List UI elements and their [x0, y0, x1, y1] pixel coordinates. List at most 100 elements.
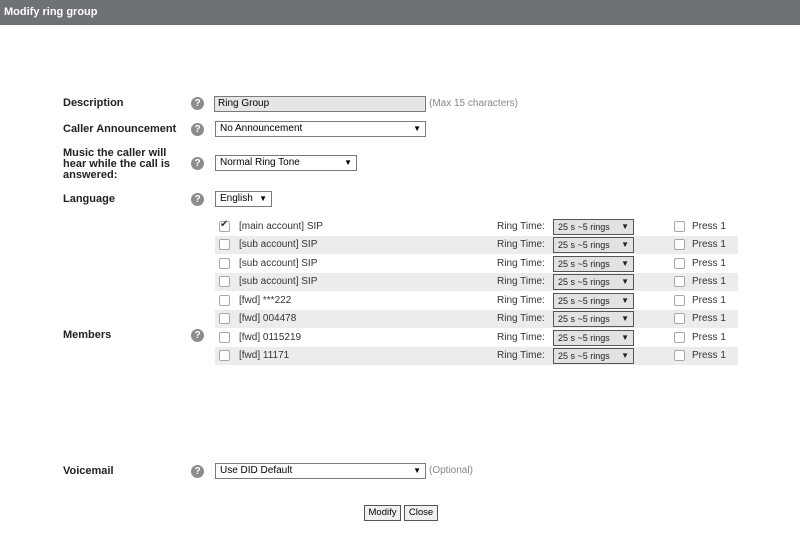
member-row: [main account] SIP Ring Time: 25 s ~5 ri… — [215, 218, 738, 236]
press1-checkbox[interactable] — [674, 332, 685, 343]
ring-time-value: 25 s ~5 rings — [558, 259, 610, 269]
ring-time-value: 25 s ~5 rings — [558, 222, 610, 232]
announcement-help-icon[interactable]: ? — [191, 123, 204, 136]
chevron-down-icon: ▼ — [621, 240, 629, 249]
member-row: [sub account] SIP Ring Time: 25 s ~5 rin… — [215, 236, 738, 254]
caller-announcement-label: Caller Announcement — [63, 123, 177, 135]
chevron-down-icon: ▼ — [621, 222, 629, 231]
ring-time-value: 25 s ~5 rings — [558, 296, 610, 306]
ring-time-value: 25 s ~5 rings — [558, 333, 610, 343]
ring-time-label: Ring Time: — [497, 295, 545, 306]
press1-label: Press 1 — [692, 258, 726, 269]
chevron-down-icon: ▼ — [621, 296, 629, 305]
ring-time-select[interactable]: 25 s ~5 rings ▼ — [553, 293, 634, 309]
language-label: Language — [63, 193, 115, 205]
member-name: [fwd] 11171 — [239, 350, 290, 361]
press1-label: Press 1 — [692, 276, 726, 287]
announcement-select[interactable]: No Announcement ▼ — [215, 121, 426, 137]
chevron-down-icon: ▼ — [621, 277, 629, 286]
music-help-icon[interactable]: ? — [191, 157, 204, 170]
announcement-selected: No Announcement — [220, 123, 303, 134]
voicemail-select[interactable]: Use DID Default ▼ — [215, 463, 426, 479]
member-checkbox[interactable] — [219, 295, 230, 306]
language-help-icon[interactable]: ? — [191, 193, 204, 206]
ring-time-select[interactable]: 25 s ~5 rings ▼ — [553, 256, 634, 272]
music-label-line3: answered: — [63, 169, 118, 181]
member-row: [fwd] 11171 Ring Time: 25 s ~5 rings ▼ Pr… — [215, 347, 738, 365]
member-name: [sub account] SIP — [239, 258, 318, 269]
member-name: [sub account] SIP — [239, 276, 318, 287]
member-name: [sub account] SIP — [239, 239, 318, 250]
press1-checkbox[interactable] — [674, 350, 685, 361]
members-label: Members — [63, 329, 112, 341]
ring-time-value: 25 s ~5 rings — [558, 240, 610, 250]
member-checkbox[interactable] — [219, 350, 230, 361]
voicemail-label: Voicemail — [63, 465, 114, 477]
member-row: [sub account] SIP Ring Time: 25 s ~5 rin… — [215, 255, 738, 273]
press1-label: Press 1 — [692, 332, 726, 343]
music-select[interactable]: Normal Ring Tone ▼ — [215, 155, 357, 171]
press1-checkbox[interactable] — [674, 295, 685, 306]
ring-time-select[interactable]: 25 s ~5 rings ▼ — [553, 330, 634, 346]
music-selected: Normal Ring Tone — [220, 157, 300, 168]
member-checkbox[interactable] — [219, 313, 230, 324]
ring-time-value: 25 s ~5 rings — [558, 351, 610, 361]
description-help-icon[interactable]: ? — [191, 97, 204, 110]
close-button[interactable]: Close — [404, 505, 438, 521]
ring-time-select[interactable]: 25 s ~5 rings ▼ — [553, 274, 634, 290]
member-row: [fwd] ***222 Ring Time: 25 s ~5 rings ▼ P… — [215, 292, 738, 310]
voicemail-hint: (Optional) — [429, 465, 473, 476]
press1-checkbox[interactable] — [674, 221, 685, 232]
language-select[interactable]: English ▼ — [215, 191, 272, 207]
chevron-down-icon: ▼ — [413, 124, 421, 133]
press1-label: Press 1 — [692, 313, 726, 324]
press1-label: Press 1 — [692, 239, 726, 250]
member-row: [fwd] 0115219 Ring Time: 25 s ~5 rings ▼ … — [215, 329, 738, 347]
ring-time-label: Ring Time: — [497, 221, 545, 232]
ring-time-label: Ring Time: — [497, 350, 545, 361]
voicemail-help-icon[interactable]: ? — [191, 465, 204, 478]
ring-time-select[interactable]: 25 s ~5 rings ▼ — [553, 311, 634, 327]
member-name: [main account] SIP — [239, 221, 323, 232]
ring-time-value: 25 s ~5 rings — [558, 314, 610, 324]
member-checkbox[interactable] — [219, 239, 230, 250]
ring-time-label: Ring Time: — [497, 276, 545, 287]
press1-checkbox[interactable] — [674, 276, 685, 287]
member-checkbox[interactable] — [219, 219, 230, 232]
voicemail-selected: Use DID Default — [220, 465, 293, 476]
ring-time-label: Ring Time: — [497, 239, 545, 250]
ring-time-select[interactable]: 25 s ~5 rings ▼ — [553, 348, 634, 364]
press1-label: Press 1 — [692, 350, 726, 361]
member-name: [fwd] 0115219 — [239, 332, 302, 343]
member-checkbox[interactable] — [219, 276, 230, 287]
press1-checkbox[interactable] — [674, 258, 685, 269]
press1-checkbox[interactable] — [674, 239, 685, 250]
press1-label: Press 1 — [692, 295, 726, 306]
chevron-down-icon: ▼ — [621, 333, 629, 342]
chevron-down-icon: ▼ — [259, 194, 267, 203]
window-title: Modify ring group — [4, 6, 98, 18]
music-label: Music the caller will hear while the cal… — [63, 148, 170, 181]
ring-time-label: Ring Time: — [497, 332, 545, 343]
window-title-bar: Modify ring group — [0, 0, 800, 25]
press1-label: Press 1 — [692, 221, 726, 232]
ring-time-select[interactable]: 25 s ~5 rings ▼ — [553, 237, 634, 253]
description-hint: (Max 15 characters) — [429, 98, 518, 109]
chevron-down-icon: ▼ — [413, 466, 421, 475]
member-checkbox[interactable] — [219, 332, 230, 343]
members-help-icon[interactable]: ? — [191, 329, 204, 342]
description-input[interactable]: Ring Group — [214, 96, 426, 112]
ring-time-value: 25 s ~5 rings — [558, 277, 610, 287]
member-name: [fwd] 004478 — [239, 313, 297, 324]
member-row: [sub account] SIP Ring Time: 25 s ~5 rin… — [215, 273, 738, 291]
press1-checkbox[interactable] — [674, 313, 685, 324]
description-label: Description — [63, 97, 124, 109]
member-checkbox[interactable] — [219, 258, 230, 269]
member-name: [fwd] ***222 — [239, 295, 292, 306]
modify-button[interactable]: Modify — [364, 505, 401, 521]
chevron-down-icon: ▼ — [344, 158, 352, 167]
ring-time-label: Ring Time: — [497, 258, 545, 269]
ring-time-select[interactable]: 25 s ~5 rings ▼ — [553, 219, 634, 235]
language-selected: English — [220, 193, 253, 204]
ring-time-label: Ring Time: — [497, 313, 545, 324]
